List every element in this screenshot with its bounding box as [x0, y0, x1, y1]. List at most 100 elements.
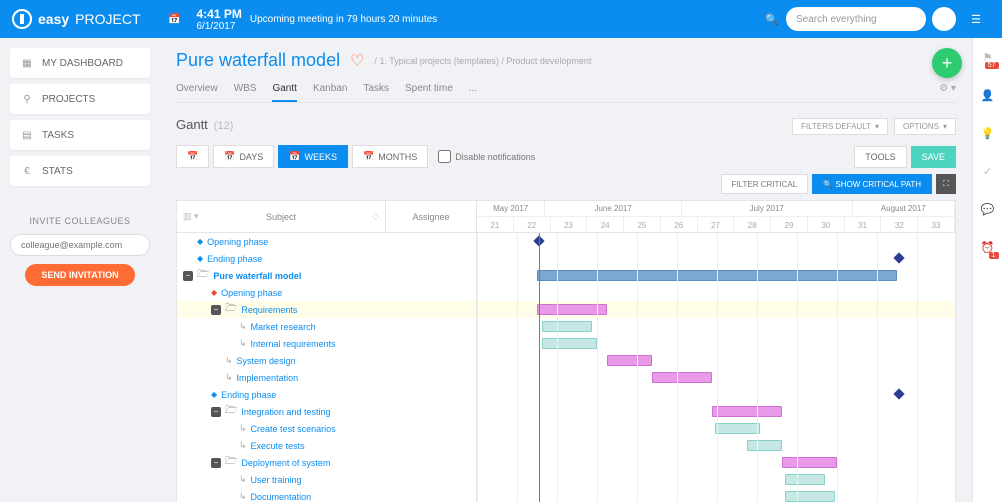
milestone-marker[interactable]: [893, 252, 904, 263]
tree-row[interactable]: −🗁Deployment of system: [177, 454, 476, 471]
show-critical-path-button[interactable]: 🔍 SHOW CRITICAL PATH: [812, 174, 932, 194]
month-header: August 2017: [853, 201, 955, 216]
gantt-body[interactable]: [477, 233, 955, 502]
tree-row[interactable]: −🗁Pure waterfall model: [177, 267, 476, 284]
menu-icon[interactable]: ☰: [962, 5, 990, 33]
tools-button[interactable]: TOOLS: [854, 146, 906, 168]
filters-dropdown[interactable]: FILTERS DEFAULT ▾: [792, 118, 888, 135]
right-rail: ⚑57 👤 💡 ✓ 💬 ⏰1: [972, 38, 1002, 502]
check-icon[interactable]: ✓: [979, 162, 997, 180]
expand-button[interactable]: ⛶: [936, 174, 956, 194]
gear-icon[interactable]: ⚙ ▾: [939, 77, 956, 102]
subtask-icon: ↳: [225, 372, 233, 383]
tree-row[interactable]: ◆Ending phase: [177, 386, 476, 403]
months-button[interactable]: 📅 MONTHS: [352, 145, 428, 168]
folder-icon: 🗁: [225, 301, 237, 318]
nav-dashboard[interactable]: ▦MY DASHBOARD: [10, 48, 150, 78]
tree-row[interactable]: ↳Create test scenarios: [177, 420, 476, 437]
bulb-icon[interactable]: 💡: [979, 124, 997, 142]
milestone-marker[interactable]: [893, 388, 904, 399]
gantt-bar[interactable]: [715, 423, 760, 434]
disable-notifications-check[interactable]: Disable notifications: [438, 150, 535, 163]
item-count: (12): [214, 120, 234, 132]
week-header: 28: [734, 217, 771, 233]
add-button[interactable]: +: [932, 48, 962, 78]
tree-row[interactable]: ◆Ending phase: [177, 250, 476, 267]
stats-icon: €: [20, 164, 34, 178]
avatar[interactable]: [932, 7, 956, 31]
week-header: 23: [551, 217, 588, 233]
collapse-icon[interactable]: −: [183, 271, 193, 281]
days-button[interactable]: 📅 DAYS: [213, 145, 274, 168]
tab-tasks[interactable]: Tasks: [363, 77, 389, 102]
gantt-bar[interactable]: [607, 355, 652, 366]
section-title: Gantt: [176, 117, 208, 132]
tree-row[interactable]: −🗁Requirements: [177, 301, 476, 318]
gantt-bar[interactable]: [712, 406, 782, 417]
send-invitation-button[interactable]: SEND INVITATION: [25, 264, 134, 286]
gantt-bar[interactable]: [785, 474, 825, 485]
milestone-icon: ◆: [211, 288, 217, 297]
logo-icon: [12, 9, 32, 29]
tree-row[interactable]: ◆Opening phase: [177, 233, 476, 250]
nav-tasks[interactable]: ▤TASKS: [10, 120, 150, 150]
tab-overview[interactable]: Overview: [176, 77, 218, 102]
collapse-icon[interactable]: −: [211, 407, 221, 417]
tab-wbs[interactable]: WBS: [234, 77, 257, 102]
options-dropdown[interactable]: OPTIONS ▾: [894, 118, 956, 135]
tree-row[interactable]: ↳Implementation: [177, 369, 476, 386]
breadcrumb[interactable]: / 1. Typical projects (templates) / Prod…: [374, 56, 591, 66]
gantt-left-panel: ▥ ▾Subject◇ Assignee ◆Opening phase ◆End…: [177, 201, 477, 502]
favorite-icon[interactable]: ♡: [350, 51, 364, 71]
tree-row[interactable]: ↳Documentation: [177, 488, 476, 502]
tab-gantt[interactable]: Gantt: [272, 77, 296, 102]
subtask-icon: ↳: [239, 440, 247, 451]
invite-email-input[interactable]: [10, 234, 150, 256]
user-icon[interactable]: 👤: [979, 86, 997, 104]
search-input[interactable]: Search everything: [786, 7, 926, 31]
subject-header[interactable]: ▥ ▾Subject◇: [177, 201, 386, 232]
tree-row[interactable]: ↳System design: [177, 352, 476, 369]
tab-spent[interactable]: Spent time: [405, 77, 453, 102]
milestone-icon: ◆: [197, 254, 203, 263]
week-header: 22: [514, 217, 551, 233]
week-header: 32: [881, 217, 918, 233]
logo-text-bold: easy: [38, 11, 69, 27]
tree-row[interactable]: ↳Market research: [177, 318, 476, 335]
tree-row[interactable]: ↳Execute tests: [177, 437, 476, 454]
weeks-button[interactable]: 📅 WEEKS: [278, 145, 348, 168]
save-button[interactable]: SAVE: [911, 146, 956, 168]
week-header: 27: [698, 217, 735, 233]
nav-projects[interactable]: ⚲PROJECTS: [10, 84, 150, 114]
chat-icon[interactable]: 💬: [979, 200, 997, 218]
alarm-icon[interactable]: ⏰1: [979, 238, 997, 256]
gantt-timeline[interactable]: May 2017 June 2017 July 2017 August 2017…: [477, 201, 955, 502]
tree-row[interactable]: ↳Internal requirements: [177, 335, 476, 352]
calendar-icon[interactable]: 📅: [161, 5, 189, 33]
gantt-bar[interactable]: [785, 491, 835, 502]
nav-stats[interactable]: €STATS: [10, 156, 150, 186]
calendar-button[interactable]: 📅: [176, 145, 209, 168]
gantt-bar[interactable]: [542, 321, 592, 332]
tree-row[interactable]: ◆Opening phase: [177, 284, 476, 301]
collapse-icon[interactable]: −: [211, 305, 221, 315]
gantt-bar[interactable]: [652, 372, 712, 383]
gantt-bar[interactable]: [782, 457, 837, 468]
tab-kanban[interactable]: Kanban: [313, 77, 347, 102]
assignee-header[interactable]: Assignee: [386, 201, 476, 232]
folder-icon: 🗁: [225, 403, 237, 420]
gantt-bar[interactable]: [542, 338, 597, 349]
projects-icon: ⚲: [20, 92, 34, 106]
tasks-icon: ▤: [20, 128, 34, 142]
milestone-icon: ◆: [211, 390, 217, 399]
tree-row[interactable]: −🗁Integration and testing: [177, 403, 476, 420]
main-content: Pure waterfall model ♡ / 1. Typical proj…: [160, 38, 972, 502]
tab-more[interactable]: ...: [469, 77, 477, 102]
gantt-bar[interactable]: [747, 440, 782, 451]
logo[interactable]: easyPROJECT: [12, 9, 141, 29]
collapse-icon[interactable]: −: [211, 458, 221, 468]
filter-critical-button[interactable]: FILTER CRITICAL: [721, 174, 809, 194]
flag-icon[interactable]: ⚑57: [979, 48, 997, 66]
search-icon[interactable]: 🔍: [758, 5, 786, 33]
tree-row[interactable]: ↳User training: [177, 471, 476, 488]
